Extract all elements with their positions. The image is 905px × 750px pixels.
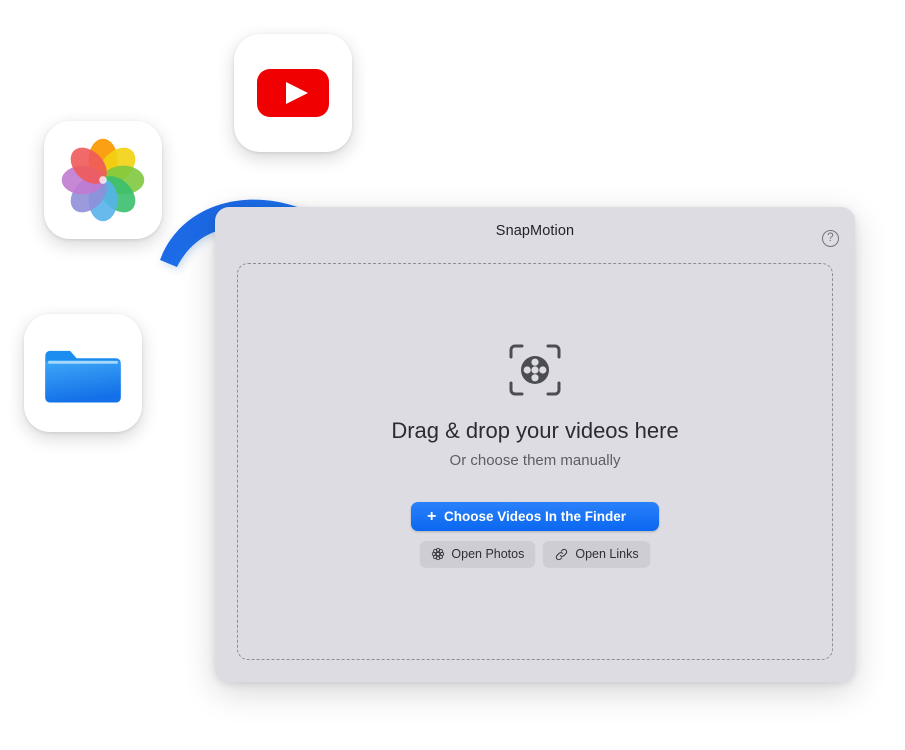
youtube-glyph-icon: [257, 69, 329, 117]
video-dropzone[interactable]: Drag & drop your videos here Or choose t…: [237, 263, 833, 660]
open-links-label: Open Links: [575, 547, 639, 561]
photos-flower-icon: [432, 547, 445, 561]
app-window: SnapMotion ? Drag & drop your videos her…: [215, 207, 855, 682]
secondary-actions-row: Open Photos Open Links: [420, 541, 650, 567]
youtube-app-icon[interactable]: [234, 34, 352, 152]
photos-app-icon[interactable]: [44, 121, 162, 239]
screenshot-canvas: SnapMotion ? Drag & drop your videos her…: [0, 0, 905, 750]
question-mark-circle-icon[interactable]: ?: [822, 230, 839, 247]
open-photos-button[interactable]: Open Photos: [420, 541, 536, 567]
film-reel-viewfinder-icon: [509, 344, 561, 396]
page-title: SnapMotion: [495, 223, 575, 239]
dropzone-actions: + Choose Videos In the Finder Open Photo…: [411, 502, 659, 567]
window-titlebar: SnapMotion ?: [215, 207, 855, 263]
folder-glyph-icon: [45, 350, 121, 403]
choose-videos-label: Choose Videos In the Finder: [443, 509, 627, 524]
dropzone-headline: Drag & drop your videos here: [391, 418, 679, 443]
open-links-button[interactable]: Open Links: [543, 541, 650, 567]
open-photos-label: Open Photos: [451, 547, 525, 561]
choose-videos-button[interactable]: + Choose Videos In the Finder: [411, 502, 659, 531]
finder-folder-icon[interactable]: [24, 314, 142, 432]
dropzone-subline: Or choose them manually: [449, 452, 621, 469]
plus-icon: +: [427, 507, 437, 525]
photos-pinwheel-icon: [61, 138, 145, 222]
link-chain-icon: [556, 548, 568, 560]
